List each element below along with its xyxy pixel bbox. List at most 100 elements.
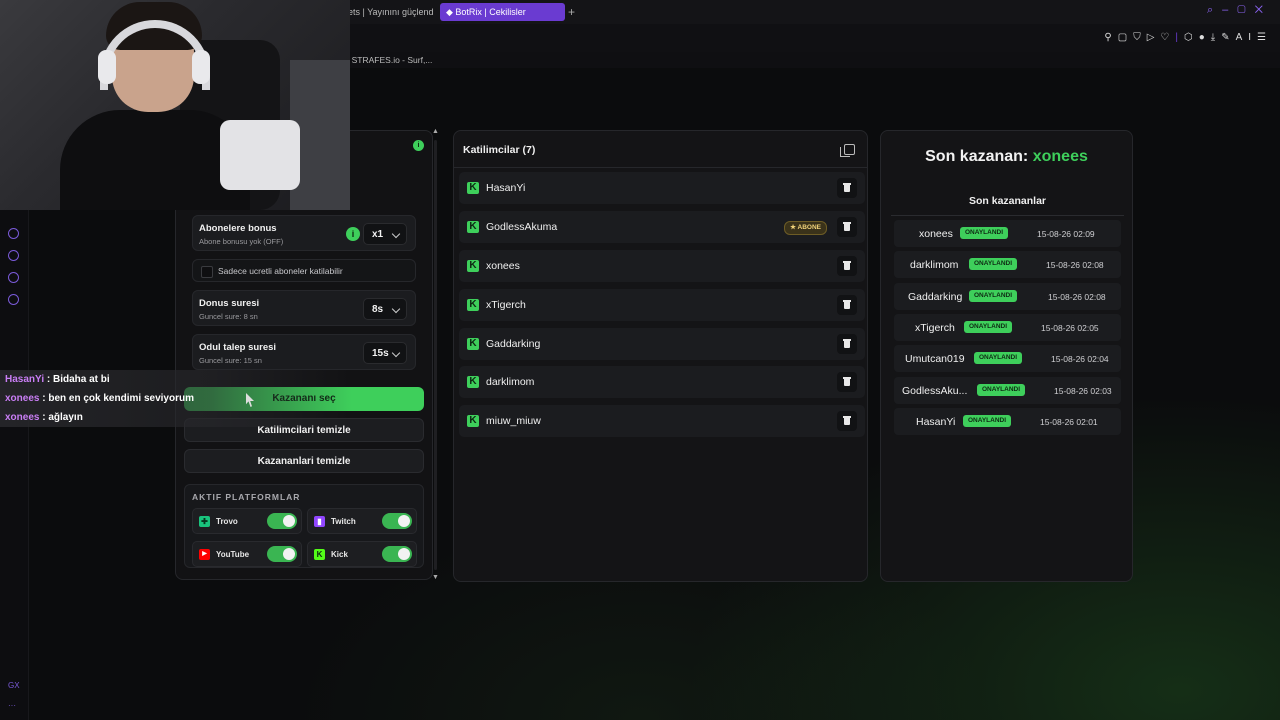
chat-message: xonees : ben en çok kendimi seviyorum xyxy=(0,389,352,408)
participant-name: xTigerch xyxy=(486,299,526,311)
platform-name: YouTube xyxy=(216,550,250,559)
chat-message: HasanYi : Bidaha at bi xyxy=(0,370,352,389)
platform-name: Trovo xyxy=(216,517,238,526)
trovo-toggle[interactable] xyxy=(267,513,297,529)
kick-icon: K xyxy=(467,260,479,272)
star-icon: ★ xyxy=(790,224,798,231)
setting-sadece-ucretli[interactable]: Sadece ucretli aboneler katilabilir xyxy=(192,259,416,282)
chat-message: xonees : ağlayın xyxy=(0,408,352,427)
platforms-title: AKTIF PLATFORMLAR xyxy=(192,492,301,502)
last-winner-headline: Son kazanan: xonees xyxy=(881,148,1132,166)
trash-icon[interactable] xyxy=(837,411,857,431)
scroll-down-arrow[interactable]: ▼ xyxy=(432,574,439,581)
gx-logo: GX xyxy=(8,681,20,690)
participants-title: Katilimcilar (7) xyxy=(463,144,536,156)
info-icon[interactable]: i xyxy=(413,140,424,151)
chevron-down-icon xyxy=(391,229,401,239)
kick-icon: K xyxy=(467,338,479,350)
copy-icon[interactable] xyxy=(840,144,855,157)
setting-odul-talep: Odul talep suresi Guncel sure: 15 sn 15s xyxy=(192,334,416,370)
winner-name: xTigerch xyxy=(915,322,955,334)
winner-row: GodlessAku... ONAYLANDI 15-08-26 02:03 xyxy=(894,377,1121,404)
screenshot-icon[interactable]: ▢ xyxy=(1118,32,1133,43)
tab-yayin[interactable]: gets | Yayınını güçlend xyxy=(343,3,434,21)
participant-name: xonees xyxy=(486,260,520,272)
participant-name: miuw_miuw xyxy=(486,415,541,427)
chat-text: : ben en çok kendimi seviyorum xyxy=(42,393,194,404)
winner-name: darklimom xyxy=(910,259,959,271)
winner-time: 15-08-26 02:08 xyxy=(1046,260,1104,270)
menu-icon[interactable]: ☰ xyxy=(1257,32,1272,43)
maximize-icon[interactable]: ▢ xyxy=(1237,4,1254,16)
download-icon[interactable]: ⤓ xyxy=(1211,32,1221,43)
claim-duration-dropdown[interactable]: 15s xyxy=(363,342,407,364)
winner-row: xTigerch ONAYLANDI 15-08-26 02:05 xyxy=(894,314,1121,341)
trash-icon[interactable] xyxy=(837,217,857,237)
shield-icon[interactable]: ⛉ xyxy=(1133,32,1147,43)
twitch-icon: ▮ xyxy=(314,516,325,527)
twitch-toggle[interactable] xyxy=(382,513,412,529)
winner-row: Gaddarking ONAYLANDI 15-08-26 02:08 xyxy=(894,283,1121,310)
kick-icon: K xyxy=(467,376,479,388)
heart-icon[interactable]: ♡ xyxy=(1160,32,1175,43)
badge-label: ABONE xyxy=(797,224,821,231)
minimize-icon[interactable]: – xyxy=(1222,4,1237,16)
participant-row: Kdarklimom xyxy=(459,366,865,398)
youtube-icon: ▶ xyxy=(199,549,210,560)
scrollbar[interactable] xyxy=(434,140,437,570)
search-icon[interactable]: ⌕ xyxy=(1207,4,1222,16)
bookmark-label: STRAFES.io - Surf,... xyxy=(351,55,433,65)
setting-subtitle: Guncel sure: 15 sn xyxy=(199,356,262,365)
status-badge: ONAYLANDI xyxy=(974,352,1023,364)
platform-name: Kick xyxy=(331,550,348,559)
scroll-up-arrow[interactable]: ▲ xyxy=(432,128,439,135)
extension-icon[interactable]: ⬡ xyxy=(1184,32,1199,43)
trash-icon[interactable] xyxy=(837,334,857,354)
trash-icon[interactable] xyxy=(837,256,857,276)
youtube-toggle[interactable] xyxy=(267,546,297,562)
active-platforms: AKTIF PLATFORMLAR ✚ Trovo ▮ Twitch ▶ You… xyxy=(184,484,424,568)
winner-time: 15-08-26 02:01 xyxy=(1040,417,1098,427)
tab-botrix[interactable]: ◆ BotRix | Cekilisler xyxy=(440,3,565,21)
sidebar-settings-icon[interactable] xyxy=(8,294,19,305)
ai-icon[interactable]: ✎AI xyxy=(1221,32,1257,43)
trash-icon[interactable] xyxy=(837,372,857,392)
kick-toggle[interactable] xyxy=(382,546,412,562)
more-icon[interactable]: ··· xyxy=(8,701,16,710)
status-badge: ONAYLANDI xyxy=(963,415,1012,427)
new-tab-button[interactable]: + xyxy=(568,3,575,21)
bonus-multiplier-dropdown[interactable]: x1 xyxy=(363,223,407,245)
sidebar-play-icon[interactable] xyxy=(8,228,19,239)
profile-icon[interactable]: ● xyxy=(1199,32,1211,43)
info-icon[interactable]: i xyxy=(346,227,360,241)
winner-row: HasanYi ONAYLANDI 15-08-26 02:01 xyxy=(894,408,1121,435)
kick-icon: K xyxy=(467,221,479,233)
trash-icon[interactable] xyxy=(837,295,857,315)
close-icon[interactable]: ✕ xyxy=(1255,4,1272,16)
platform-name: Twitch xyxy=(331,517,356,526)
dropdown-value: 15s xyxy=(372,348,389,359)
tab-label: gets | Yayınını güçlend xyxy=(343,7,434,17)
winners-subtitle: Son kazananlar xyxy=(891,187,1124,216)
divider: | xyxy=(1175,32,1184,43)
sidebar-history-icon[interactable] xyxy=(8,250,19,261)
pin-icon[interactable]: ⚲ xyxy=(1104,32,1117,43)
participant-row: Kxonees xyxy=(459,250,865,282)
play-icon[interactable]: ▷ xyxy=(1147,32,1161,43)
ai-label: AI xyxy=(1235,32,1258,43)
winner-time: 15-08-26 02:04 xyxy=(1051,354,1109,364)
clear-winners-button[interactable]: Kazananlari temizle xyxy=(184,449,424,473)
winner-time: 15-08-26 02:03 xyxy=(1054,386,1112,396)
chat-username: xonees xyxy=(5,393,40,404)
chat-text: : Bidaha at bi xyxy=(46,374,110,385)
chevron-down-icon xyxy=(391,348,401,358)
bookmark-strafes[interactable]: ▸ STRAFES.io - Surf,... xyxy=(345,55,432,66)
trash-icon[interactable] xyxy=(837,178,857,198)
sidebar-extensions-icon[interactable] xyxy=(8,272,19,283)
spin-duration-dropdown[interactable]: 8s xyxy=(363,298,407,320)
participants-panel: Katilimcilar (7) K HasanYi K GodlessAkuma ★… xyxy=(453,130,868,582)
winner-time: 15-08-26 02:05 xyxy=(1041,323,1099,333)
platform-twitch: ▮ Twitch xyxy=(307,508,417,534)
participant-name: HasanYi xyxy=(486,182,526,194)
paid-only-checkbox[interactable] xyxy=(201,266,213,278)
